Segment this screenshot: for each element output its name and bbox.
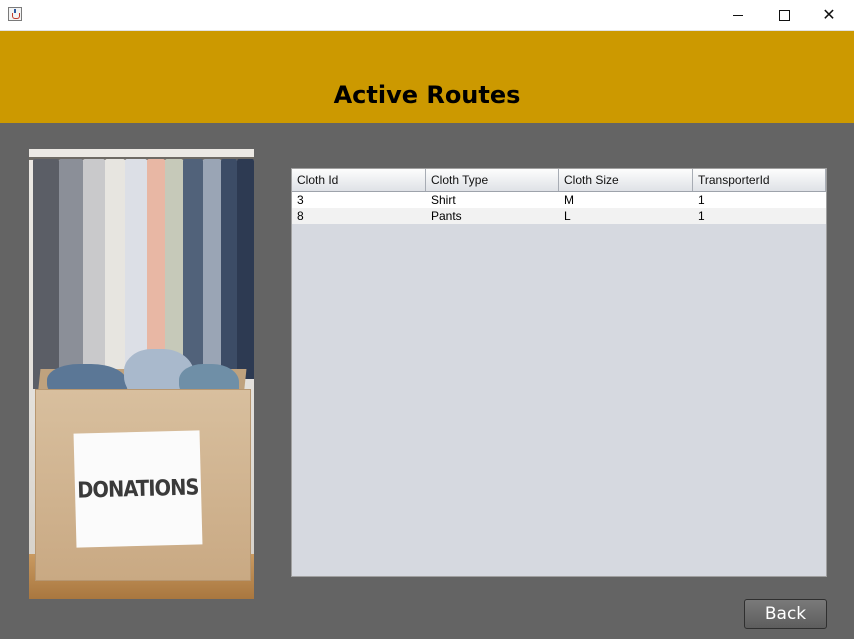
donation-label-card: DONATIONS (73, 430, 203, 548)
column-header-transporter-id[interactable]: TransporterId (693, 169, 826, 191)
page-title: Active Routes (333, 81, 521, 109)
donations-photo: DONATIONS (29, 149, 254, 599)
close-icon: ✕ (822, 5, 836, 24)
cell-cloth-type: Shirt (431, 193, 456, 207)
cell-cloth-id: 3 (297, 193, 304, 207)
java-cup-icon (8, 7, 22, 21)
maximize-icon (778, 9, 790, 21)
close-button[interactable]: ✕ (806, 0, 852, 30)
donations-label: DONATIONS (77, 474, 199, 504)
table-body: 3 Shirt M 1 8 Pants L 1 (292, 192, 826, 224)
cell-transporter-id: 1 (698, 193, 705, 207)
cell-cloth-size: M (564, 193, 574, 207)
maximize-button[interactable] (761, 0, 807, 30)
cell-cloth-id: 8 (297, 209, 304, 223)
table-row[interactable]: 8 Pants L 1 (292, 208, 826, 224)
table-header: Cloth Id Cloth Type Cloth Size Transport… (292, 169, 826, 192)
cell-cloth-type: Pants (431, 209, 462, 223)
back-button[interactable]: Back (744, 599, 827, 629)
table-row[interactable]: 3 Shirt M 1 (292, 192, 826, 208)
routes-table[interactable]: Cloth Id Cloth Type Cloth Size Transport… (291, 168, 827, 577)
window-title-bar: ✕ (0, 0, 854, 31)
cell-transporter-id: 1 (698, 209, 705, 223)
minimize-button[interactable] (715, 0, 761, 30)
header-banner: Active Routes (0, 31, 854, 123)
column-header-cloth-size[interactable]: Cloth Size (559, 169, 693, 191)
cell-cloth-size: L (564, 209, 571, 223)
column-header-cloth-type[interactable]: Cloth Type (426, 169, 559, 191)
column-header-cloth-id[interactable]: Cloth Id (292, 169, 426, 191)
minimize-icon (733, 14, 743, 16)
